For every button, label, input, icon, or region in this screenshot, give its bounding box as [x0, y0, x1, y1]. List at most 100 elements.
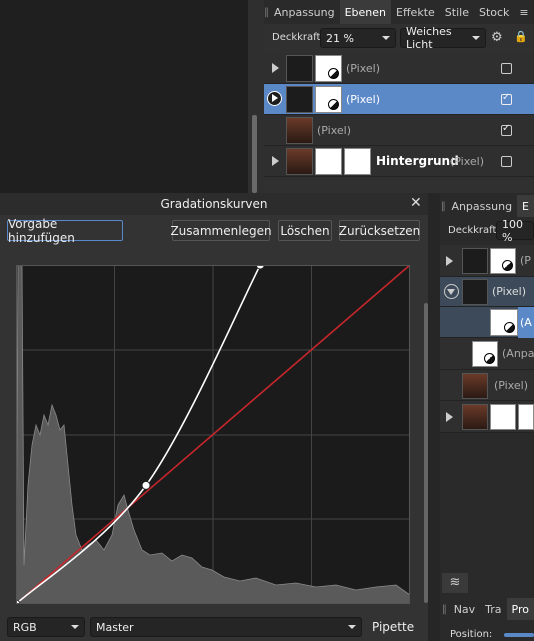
curves-graph[interactable] — [16, 265, 410, 604]
position-label: Position: — [450, 629, 493, 640]
merge-button[interactable]: Zusammenlegen — [170, 220, 272, 241]
layer-thumbnail — [286, 148, 313, 175]
opacity-field[interactable]: 100 % — [496, 218, 534, 244]
layer-visibility-checkbox[interactable] — [501, 63, 512, 74]
layers-icon[interactable]: ≋ — [442, 573, 468, 593]
mask-thumbnail — [315, 55, 342, 82]
layer-name: (Pixel) — [346, 93, 381, 106]
mask-thumbnail — [490, 248, 516, 274]
collapse-circle-icon[interactable] — [444, 284, 459, 299]
expand-arrow-icon[interactable] — [272, 63, 279, 73]
mask-thumbnail — [472, 341, 498, 367]
tab-transform[interactable]: Tra — [480, 598, 506, 620]
opacity-value: 21 % — [326, 31, 354, 45]
tab-navigator[interactable]: Nav — [449, 598, 480, 620]
layer-row[interactable]: (Pixel) — [440, 370, 534, 401]
right-tab-bar: ‖ Anpassung E — [440, 195, 534, 217]
channel-mode-select[interactable]: RGB — [7, 617, 85, 637]
layer-row[interactable]: Hintergrund (Pixel) — [264, 146, 534, 177]
blend-mode-value: Weiches Licht — [406, 25, 452, 51]
channel-value: Master — [96, 620, 134, 634]
chevron-down-icon — [472, 36, 480, 40]
opacity-label: Deckkraft: — [272, 32, 324, 43]
blend-mode-select[interactable]: Weiches Licht — [400, 25, 486, 51]
right-panel: ‖ Anpassung E Deckkraft: 100 % (P (Pixel… — [428, 193, 534, 641]
layer-row[interactable]: (Anpa — [440, 338, 534, 370]
layer-visibility-checkbox[interactable] — [501, 156, 512, 167]
mask-thumbnail — [490, 309, 518, 336]
panel-grip-icon[interactable]: ‖ — [440, 598, 449, 620]
opacity-label: Deckkraft: — [448, 225, 500, 236]
layers-panel: ‖ Anpassung Ebenen Effekte Stile Stock ≡… — [264, 0, 534, 193]
chevron-down-icon — [71, 625, 79, 629]
layer-name: (Pixel) — [492, 285, 527, 298]
tab-stile[interactable]: Stile — [440, 0, 474, 24]
layer-row[interactable]: (Pixel) — [440, 277, 534, 307]
delete-button[interactable]: Löschen — [278, 220, 332, 241]
layer-name: (Pixel) — [494, 379, 529, 392]
layer-row[interactable]: (Pixel) — [264, 53, 534, 84]
tab-anpassung[interactable]: Anpassung — [269, 0, 340, 24]
layer-row[interactable]: (P — [440, 245, 534, 277]
expand-arrow-icon[interactable] — [446, 256, 453, 266]
chevron-down-icon — [382, 36, 390, 40]
layer-name: (Pixel) — [346, 62, 381, 75]
expand-arrow-icon[interactable] — [446, 412, 453, 422]
tab-anpassung[interactable]: Anpassung — [446, 195, 517, 217]
expand-arrow-icon[interactable] — [272, 156, 279, 166]
layer-row[interactable] — [440, 401, 534, 433]
expand-circle-icon[interactable] — [267, 91, 282, 106]
panel-menu-icon[interactable]: ≡ — [514, 0, 534, 24]
layer-thumbnail — [462, 279, 488, 305]
canvas-scrollbar[interactable] — [252, 115, 257, 193]
layer-name: (Pixel) — [317, 124, 352, 137]
tab-ebenen[interactable]: E — [517, 195, 534, 217]
layer-thumbnail — [462, 373, 488, 399]
layer-name: Hintergrund — [376, 154, 459, 168]
mask-thumbnail — [315, 86, 342, 113]
layer-thumbnail — [286, 86, 313, 113]
curves-dialog: Gradationskurven ✕ Vorgabe hinzufügen Zu… — [0, 193, 428, 641]
opacity-field[interactable]: 21 % — [320, 28, 396, 48]
layer-row-selected[interactable]: (Pixel) — [264, 84, 534, 115]
layer-thumbnail — [286, 55, 313, 82]
layer-name: (Anpa — [502, 347, 534, 360]
opacity-value: 100 % — [502, 217, 523, 244]
layer-suffix: (Pixel) — [450, 155, 485, 168]
bottom-tab-bar: ‖ Nav Tra Pro — [440, 598, 534, 620]
gear-icon[interactable]: ⚙ — [491, 30, 503, 45]
channel-mode-value: RGB — [13, 620, 37, 634]
channel-select[interactable]: Master — [90, 617, 362, 637]
right-panel-gutter — [428, 193, 440, 641]
opacity-row: Deckkraft: 21 % Weiches Licht ⚙ 🔒 — [264, 25, 534, 51]
canvas-area — [0, 0, 248, 193]
layer-row[interactable]: (Pixel) — [264, 115, 534, 146]
tab-effekte[interactable]: Effekte — [391, 0, 440, 24]
close-icon[interactable]: ✕ — [410, 195, 422, 211]
tab-stock[interactable]: Stock — [474, 0, 514, 24]
tab-properties[interactable]: Pro — [506, 598, 534, 620]
layer-name: (P — [520, 254, 531, 267]
dialog-title: Gradationskurven — [160, 197, 268, 211]
reset-button[interactable]: Zurücksetzen — [339, 220, 420, 241]
dialog-title-bar: Gradationskurven ✕ — [0, 193, 428, 215]
layer-visibility-checkbox[interactable] — [501, 123, 512, 136]
layer-thumbnail — [462, 248, 488, 274]
mask-thumbnail — [490, 404, 516, 430]
layers-tab-bar: ‖ Anpassung Ebenen Effekte Stile Stock ≡ — [264, 0, 534, 24]
picker-button[interactable]: Pipette — [372, 620, 414, 634]
layer-visibility-checkbox[interactable] — [501, 92, 512, 105]
lock-icon[interactable]: 🔒 — [514, 30, 528, 43]
layer-thumbnail — [286, 117, 313, 144]
mask-thumbnail — [315, 148, 342, 175]
add-preset-button[interactable]: Vorgabe hinzufügen — [7, 217, 123, 245]
tab-ebenen[interactable]: Ebenen — [339, 0, 392, 24]
curve-control-point[interactable] — [141, 480, 151, 490]
layer-row-selected[interactable]: (A — [440, 307, 534, 338]
layer-thumbnail — [462, 404, 488, 430]
mask-thumbnail — [518, 404, 534, 430]
mask-thumbnail — [344, 148, 371, 175]
layer-name: (A — [520, 316, 532, 329]
position-slider[interactable] — [504, 633, 534, 637]
chevron-down-icon — [348, 625, 356, 629]
